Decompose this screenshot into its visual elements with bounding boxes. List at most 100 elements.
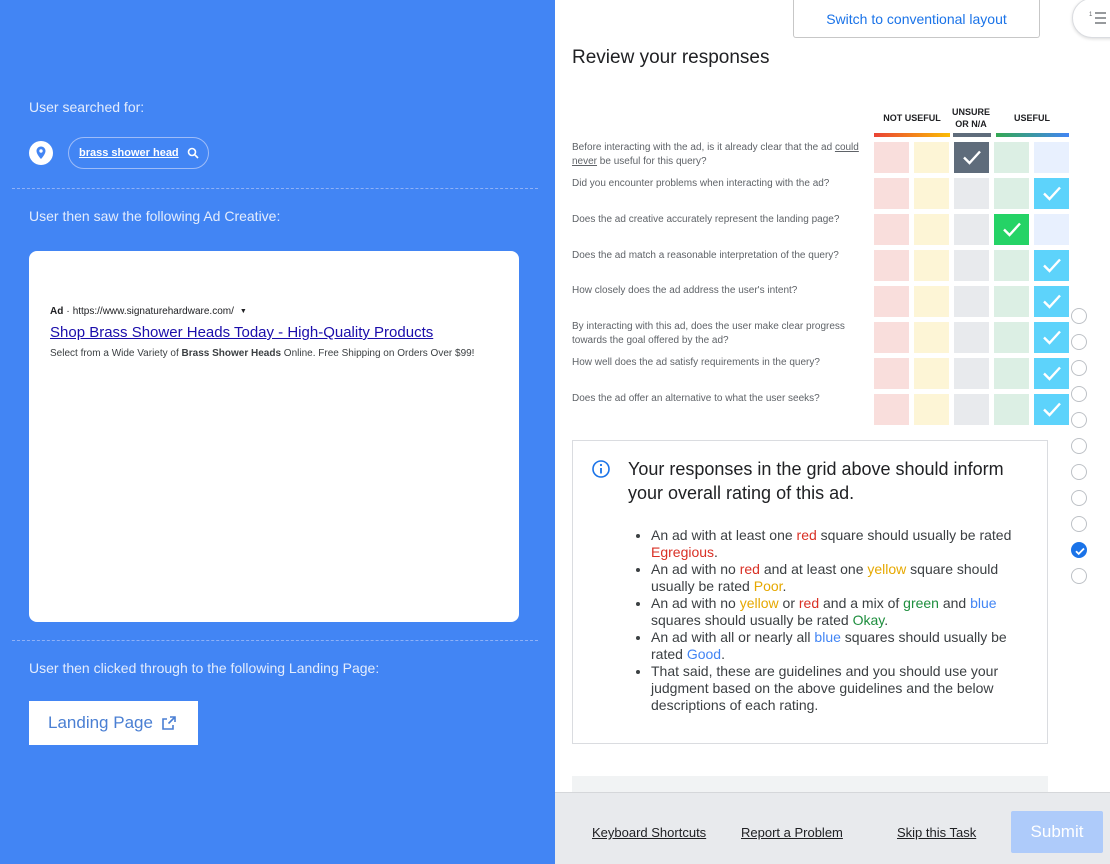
guidance-item: An ad with no yellow or red and a mix of…	[651, 595, 1031, 629]
skip-task-link[interactable]: Skip this Task	[897, 825, 976, 840]
grid-cell[interactable]	[954, 214, 989, 245]
ad-badge: Ad	[50, 306, 64, 317]
grid-cell-selected[interactable]	[994, 214, 1029, 245]
grid-cell[interactable]	[954, 178, 989, 209]
grid-cell[interactable]	[874, 358, 909, 389]
ad-url: https://www.signaturehardware.com/	[72, 306, 234, 317]
grid-question: By interacting with this ad, does the us…	[572, 321, 845, 346]
grid-question: How well does the ad satisfy requirement…	[572, 357, 820, 368]
report-problem-link[interactable]: Report a Problem	[741, 825, 843, 840]
divider	[12, 188, 538, 189]
location-pin-icon	[29, 141, 53, 165]
grid-cell[interactable]	[914, 142, 949, 173]
grid-cell-selected[interactable]	[1034, 178, 1069, 209]
checkmark-icon	[1043, 186, 1061, 201]
ad-context-panel: User searched for: brass shower head Use…	[0, 0, 555, 864]
grid-cell[interactable]	[874, 322, 909, 353]
progress-radio[interactable]	[1071, 568, 1087, 584]
progress-radio[interactable]	[1071, 308, 1087, 324]
useful-color-bar	[996, 133, 1069, 137]
next-section-placeholder	[572, 776, 1048, 792]
grid-cell[interactable]	[954, 358, 989, 389]
grid-cell[interactable]	[914, 394, 949, 425]
creative-label: User then saw the following Ad Creative:	[29, 208, 281, 224]
grid-cell-selected[interactable]	[1034, 394, 1069, 425]
grid-question: Does the ad creative accurately represen…	[572, 214, 840, 225]
unsure-color-bar	[953, 133, 991, 137]
checkmark-icon	[1043, 294, 1061, 309]
progress-radio[interactable]	[1071, 464, 1087, 480]
footer-bar: Keyboard Shortcuts Report a Problem Skip…	[555, 792, 1110, 864]
progress-radio[interactable]	[1071, 412, 1087, 428]
svg-text:1: 1	[1089, 12, 1093, 18]
grid-cell[interactable]	[994, 250, 1029, 281]
ad-description: Select from a Wide Variety of Brass Show…	[50, 348, 475, 359]
outline-menu-button[interactable]: 1	[1072, 0, 1110, 38]
grid-cell-selected[interactable]	[1034, 322, 1069, 353]
divider	[12, 640, 538, 641]
checkmark-icon	[1043, 402, 1061, 417]
grid-question: Does the ad match a reasonable interpret…	[572, 250, 839, 261]
checkmark-icon	[1043, 330, 1061, 345]
checkmark-icon	[1043, 366, 1061, 381]
progress-radio[interactable]	[1071, 438, 1087, 454]
ad-header: Ad · https://www.signaturehardware.com/ …	[50, 306, 247, 317]
landing-label: User then clicked through to the followi…	[29, 660, 380, 676]
progress-radio[interactable]	[1071, 516, 1087, 532]
grid-cell-selected[interactable]	[1034, 358, 1069, 389]
submit-button[interactable]: Submit	[1011, 811, 1103, 853]
progress-radio[interactable]	[1071, 334, 1087, 350]
grid-cell[interactable]	[994, 142, 1029, 173]
grid-cell[interactable]	[954, 394, 989, 425]
grid-cell-selected[interactable]	[1034, 250, 1069, 281]
list-numbered-icon: 1	[1089, 12, 1106, 24]
ad-title-link[interactable]: Shop Brass Shower Heads Today - High-Qua…	[50, 324, 433, 341]
switch-layout-button[interactable]: Switch to conventional layout	[793, 0, 1040, 38]
guidance-item: An ad with no red and at least one yello…	[651, 561, 1031, 595]
grid-cell-selected[interactable]	[1034, 286, 1069, 317]
searched-label: User searched for:	[29, 99, 145, 115]
progress-radio[interactable]	[1071, 386, 1087, 402]
grid-cell[interactable]	[874, 178, 909, 209]
grid-cell[interactable]	[914, 322, 949, 353]
grid-cell[interactable]	[874, 142, 909, 173]
grid-cell[interactable]	[914, 250, 949, 281]
grid-cell[interactable]	[914, 286, 949, 317]
grid-cell[interactable]	[1034, 214, 1069, 245]
grid-cell[interactable]	[954, 286, 989, 317]
grid-cell[interactable]	[954, 250, 989, 281]
grid-cell[interactable]	[1034, 142, 1069, 173]
grid-cell[interactable]	[994, 358, 1029, 389]
progress-radio[interactable]	[1071, 490, 1087, 506]
grid-cell[interactable]	[914, 178, 949, 209]
guidance-item: An ad with at least one red square shoul…	[651, 527, 1031, 561]
landing-page-button[interactable]: Landing Page	[29, 701, 198, 745]
review-title: Review your responses	[572, 47, 770, 68]
checkmark-icon	[1003, 222, 1021, 237]
grid-cell-selected[interactable]	[954, 142, 989, 173]
guidance-title: Your responses in the grid above should …	[628, 459, 1004, 503]
header-not-useful: NOT USEFUL	[883, 113, 941, 123]
grid-cell[interactable]	[874, 250, 909, 281]
not-useful-color-bar	[874, 133, 950, 137]
guidance-item: An ad with all or nearly all blue square…	[651, 629, 1031, 663]
progress-radio-checked[interactable]	[1071, 542, 1087, 558]
grid-cell[interactable]	[874, 286, 909, 317]
grid-cell[interactable]	[994, 178, 1029, 209]
guidance-item: That said, these are guidelines and you …	[651, 663, 1031, 714]
checkmark-icon	[1043, 258, 1061, 273]
grid-question: Did you encounter problems when interact…	[572, 178, 830, 189]
grid-cell[interactable]	[914, 358, 949, 389]
grid-cell[interactable]	[954, 322, 989, 353]
landing-page-label: Landing Page	[48, 713, 153, 732]
keyboard-shortcuts-link[interactable]: Keyboard Shortcuts	[592, 825, 706, 840]
grid-cell[interactable]	[994, 322, 1029, 353]
grid-cell[interactable]	[874, 394, 909, 425]
grid-question: Does the ad offer an alternative to what…	[572, 393, 820, 404]
progress-radio[interactable]	[1071, 360, 1087, 376]
grid-cell[interactable]	[994, 286, 1029, 317]
grid-cell[interactable]	[874, 214, 909, 245]
info-icon	[592, 460, 610, 478]
grid-cell[interactable]	[914, 214, 949, 245]
grid-cell[interactable]	[994, 394, 1029, 425]
